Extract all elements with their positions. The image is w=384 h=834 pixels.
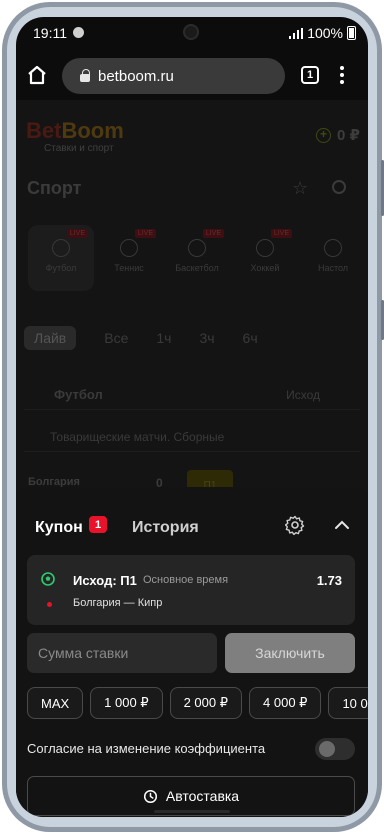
odds-change-consent-label: Согласие на изменение коэффициента (27, 741, 266, 756)
front-camera (183, 24, 199, 40)
quick-amount-max[interactable]: MAX (27, 687, 84, 719)
tab-coupon[interactable]: Купон (35, 519, 83, 537)
football-icon (41, 572, 55, 586)
screen: 19:11 100% betboom.ru 1 BetBoom Ставки и… (16, 17, 368, 817)
browser-menu-icon[interactable] (339, 66, 345, 84)
sport-tile-hockey: LIVE Хоккей (232, 225, 298, 291)
signal-icon (289, 27, 304, 39)
hockey-icon (256, 239, 274, 257)
address-bar[interactable]: betboom.ru (62, 58, 285, 94)
battery-percent: 100% (307, 25, 343, 41)
deposit-plus-icon: + (316, 127, 332, 143)
background-page: BetBoom Ставки и спорт + 0 ₽ Спорт ☆ LIV… (16, 100, 368, 500)
stake-amount-input[interactable] (27, 633, 217, 673)
odds-change-toggle[interactable] (315, 738, 355, 760)
lock-icon (80, 69, 90, 82)
home-icon[interactable] (26, 64, 48, 86)
quick-amounts: MAX 1 000 ₽ 2 000 ₽ 4 000 ₽ 10 0 (27, 687, 368, 719)
settings-gear-icon[interactable] (285, 515, 305, 535)
search-icon (332, 180, 346, 194)
bet-time-label: Основное время (143, 574, 229, 586)
sport-tile-football: LIVE Футбол (28, 225, 94, 291)
balance: + 0 ₽ (316, 126, 360, 144)
autobet-clock-icon (143, 789, 157, 803)
tennis-icon (120, 239, 138, 257)
favorites-star-icon: ☆ (292, 178, 309, 198)
url-text: betboom.ru (98, 67, 174, 85)
quick-amount-2000[interactable]: 2 000 ₽ (169, 687, 243, 719)
browser-toolbar: betboom.ru 1 (16, 50, 368, 100)
football-icon (52, 239, 70, 257)
coupon-sheet: Купон 1 История Исход: П1 Основное время… (16, 487, 368, 817)
coupon-count-badge: 1 (89, 516, 107, 533)
basketball-icon (188, 239, 206, 257)
section-title: Спорт (27, 178, 82, 198)
table-tennis-icon (324, 239, 342, 257)
battery-icon (347, 26, 356, 40)
quick-amount-4000[interactable]: 4 000 ₽ (249, 687, 322, 719)
sport-tile-tennis: LIVE Теннис (96, 225, 162, 291)
status-bar: 19:11 100% (16, 17, 368, 47)
league-name: Товарищеские матчи. Сборные (24, 422, 360, 452)
message-notification-icon (73, 27, 84, 38)
gesture-bar (154, 810, 230, 813)
bet-outcome: Исход: П1 (73, 573, 137, 588)
logo-tagline: Ставки и спорт (44, 143, 114, 154)
bet-coefficient: 1.73 (316, 573, 342, 588)
status-time: 19:11 (33, 25, 67, 41)
collapse-chevron-up-icon[interactable] (334, 517, 350, 533)
league-header: Футбол Исход (24, 380, 360, 410)
sport-tile-basketball: LIVE Баскетбол (164, 225, 230, 291)
sport-tile-table-tennis: Настол (300, 225, 366, 291)
bet-match: Болгария — Кипр (73, 597, 163, 609)
bet-card: Исход: П1 Основное время 1.73 Болгария —… (27, 555, 355, 625)
tab-history[interactable]: История (132, 519, 199, 537)
betboom-logo: BetBoom (26, 118, 124, 143)
tab-switcher-button[interactable]: 1 (301, 66, 319, 84)
live-dot (47, 602, 52, 607)
period-filter: Лайв Все 1ч 3ч 6ч (24, 324, 360, 352)
quick-amount-1000[interactable]: 1 000 ₽ (90, 687, 163, 719)
quick-amount-10000[interactable]: 10 0 (328, 687, 368, 719)
place-bet-button[interactable]: Заключить (225, 633, 355, 673)
